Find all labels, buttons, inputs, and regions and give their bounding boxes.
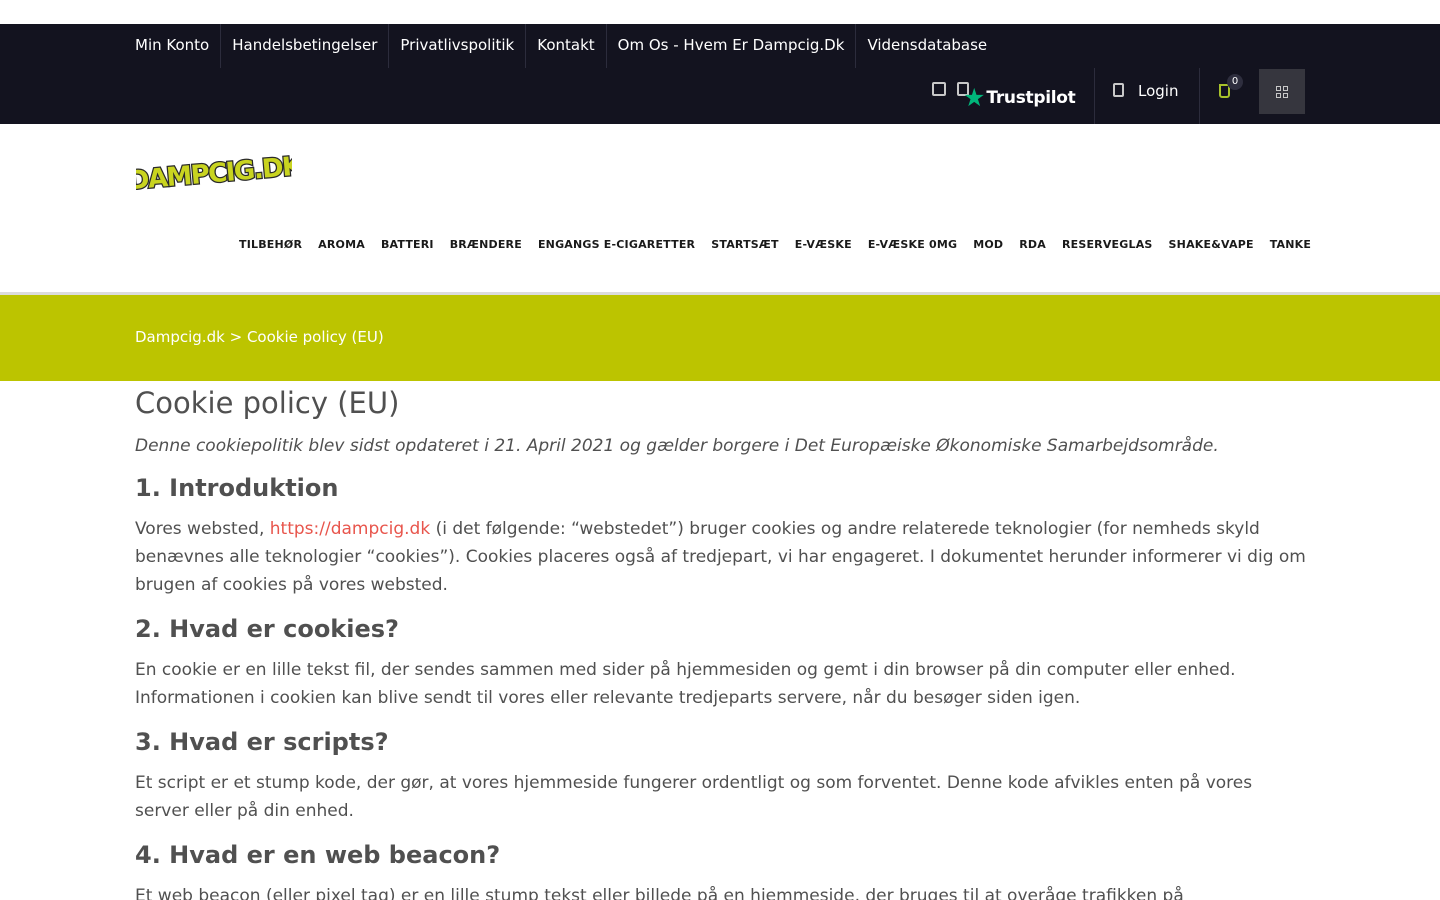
section-text: Et script er et stump kode, der gør, at … — [135, 773, 1253, 821]
section-heading: 2. Hvad er cookies? — [135, 615, 399, 643]
section-text: Et web beacon (eller pixel tag) er en li… — [135, 886, 1184, 900]
nav-mod[interactable]: MOD — [965, 232, 1011, 258]
divider — [1094, 68, 1095, 124]
page-title: Cookie policy (EU) — [135, 386, 400, 420]
top-link-vidensdatabase[interactable]: Vidensdatabase — [856, 24, 998, 68]
nav-rda[interactable]: RDA — [1011, 232, 1054, 258]
nav-braendere[interactable]: BRÆNDERE — [442, 232, 530, 258]
section-text: Vores websted, https://dampcig.dk (i det… — [135, 515, 1310, 599]
top-link-handelsbetingelser[interactable]: Handelsbetingelser — [221, 24, 390, 68]
trustpilot-badge[interactable]: ★ Trustpilot — [963, 85, 1076, 110]
menu-grid-button[interactable] — [1259, 69, 1305, 114]
website-link[interactable]: https://dampcig.dk — [270, 519, 430, 539]
user-icon[interactable] — [1113, 83, 1124, 97]
page-lead: Denne cookiepolitik blev sidst opdateret… — [135, 436, 1219, 456]
cart-count-badge: 0 — [1227, 74, 1243, 90]
top-bar: Min Konto Handelsbetingelser Privatlivsp… — [0, 24, 1440, 124]
nav-tilbehor[interactable]: TILBEHØR — [231, 232, 310, 258]
breadcrumb-home[interactable]: Dampcig.dk — [135, 328, 225, 346]
breadcrumb-separator: > — [229, 328, 243, 346]
section-heading: 1. Introduktion — [135, 474, 339, 502]
nav-reserveglas[interactable]: RESERVEGLAS — [1054, 232, 1161, 258]
breadcrumb-current: Cookie policy (EU) — [246, 328, 384, 346]
nav-tanke[interactable]: TANKE — [1262, 232, 1319, 258]
section-heading: 3. Hvad er scripts? — [135, 728, 389, 756]
nav-startsaet[interactable]: STARTSÆT — [703, 232, 787, 258]
trustpilot-label: Trustpilot — [986, 87, 1076, 108]
nav-e-vaeske-0mg[interactable]: E-VÆSKE 0MG — [860, 232, 965, 258]
divider — [1199, 68, 1200, 124]
svg-text:DAMPCIG.DK: DAMPCIG.DK — [136, 152, 292, 190]
site-logo[interactable]: DAMPCIG.DK — [136, 152, 292, 190]
section-text-part: Vores websted, — [135, 519, 270, 539]
nav-batteri[interactable]: BATTERI — [373, 232, 442, 258]
login-link[interactable]: Login — [1138, 81, 1178, 101]
top-link-kontakt[interactable]: Kontakt — [526, 24, 607, 68]
main-nav: TILBEHØR AROMA BATTERI BRÆNDERE ENGANGS … — [231, 232, 1319, 258]
top-link-privatlivspolitik[interactable]: Privatlivspolitik — [389, 24, 527, 68]
nav-engangs-e-cigaretter[interactable]: ENGANGS E-CIGARETTER — [530, 232, 703, 258]
nav-shake-vape[interactable]: SHAKE&VAPE — [1161, 232, 1262, 258]
nav-e-vaeske[interactable]: E-VÆSKE — [787, 232, 860, 258]
nav-aroma[interactable]: AROMA — [310, 232, 373, 258]
section-text: En cookie er en lille tekst fil, der sen… — [135, 660, 1236, 708]
breadcrumb: Dampcig.dk > Cookie policy (EU) — [135, 327, 384, 347]
main-content: Cookie policy (EU) Denne cookiepolitik b… — [135, 384, 1310, 900]
top-link-min-konto[interactable]: Min Konto — [135, 24, 222, 68]
section-heading: 4. Hvad er en web beacon? — [135, 841, 501, 869]
top-links: Min Konto Handelsbetingelser Privatlivsp… — [135, 24, 998, 68]
top-link-om-os[interactable]: Om Os - Hvem Er Dampcig.Dk — [607, 24, 857, 68]
heart-icon[interactable] — [932, 82, 946, 96]
grid-icon — [1276, 85, 1288, 98]
trustpilot-star-icon: ★ — [963, 83, 986, 112]
